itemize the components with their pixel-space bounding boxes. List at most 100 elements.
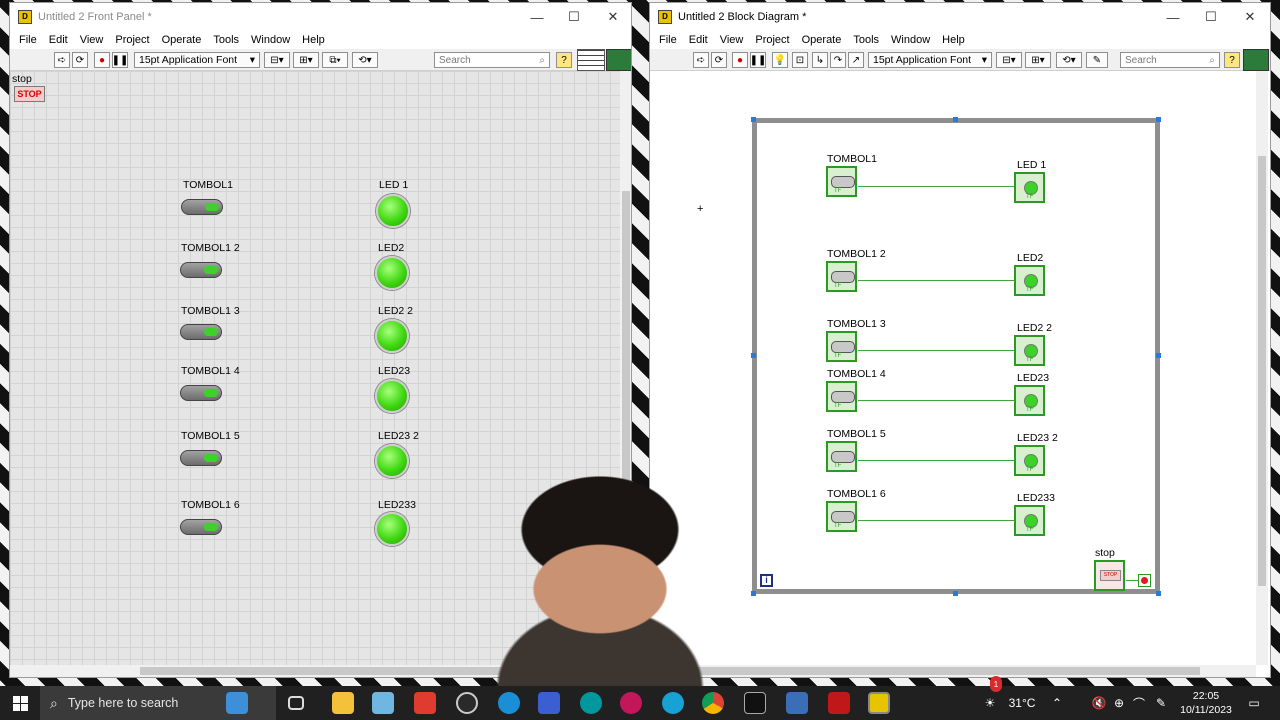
pause-icon[interactable]: ❚❚	[112, 52, 128, 68]
abort-icon[interactable]: ●	[94, 52, 110, 68]
toggle-switch[interactable]	[180, 519, 222, 535]
search-field[interactable]: Search ⌕	[434, 52, 550, 68]
chevron-up-icon[interactable]: ⌃	[1048, 686, 1066, 720]
menu-project[interactable]: Project	[110, 34, 154, 46]
resize-handle[interactable]	[1156, 117, 1161, 122]
boolean-indicator-terminal[interactable]	[1014, 505, 1045, 536]
maximize-button[interactable]: ☐	[555, 3, 593, 31]
run-arrow-icon[interactable]: ➪	[693, 52, 709, 68]
abort-icon[interactable]: ●	[732, 52, 748, 68]
menu-view[interactable]: View	[75, 34, 109, 46]
reorder-icon[interactable]: ⟲▾	[1056, 52, 1082, 68]
resize-objects-icon[interactable]: ⧉▾	[322, 52, 348, 68]
close-button[interactable]: ✕	[1231, 3, 1269, 31]
app-icon[interactable]	[620, 692, 642, 714]
distribute-objects-icon[interactable]: ⊞▾	[293, 52, 319, 68]
resize-handle[interactable]	[953, 117, 958, 122]
notifications-icon[interactable]: ▭	[1242, 686, 1266, 720]
menu-help[interactable]: Help	[937, 34, 970, 46]
file-explorer-icon[interactable]	[332, 692, 354, 714]
connector-pane-icon[interactable]	[577, 49, 605, 71]
while-loop[interactable]	[752, 118, 1160, 594]
resize-handle[interactable]	[751, 117, 756, 122]
clean-up-diagram-icon[interactable]: ✎	[1086, 52, 1108, 68]
menu-project[interactable]: Project	[750, 34, 794, 46]
resize-handle[interactable]	[953, 591, 958, 596]
vi-icon[interactable]	[1243, 49, 1269, 71]
volume-icon[interactable]: 🔇	[1090, 686, 1108, 720]
wire[interactable]	[858, 520, 1014, 521]
terminal-icon[interactable]	[744, 692, 766, 714]
arduino-icon[interactable]	[580, 692, 602, 714]
boolean-control-terminal[interactable]	[826, 261, 857, 292]
step-into-icon[interactable]: ↳	[812, 52, 828, 68]
boolean-control-terminal[interactable]	[826, 501, 857, 532]
boolean-indicator-terminal[interactable]	[1014, 265, 1045, 296]
edge-browser-icon[interactable]	[498, 692, 520, 714]
distribute-objects-icon[interactable]: ⊞▾	[1025, 52, 1051, 68]
menu-file[interactable]: File	[14, 34, 42, 46]
menu-tools[interactable]: Tools	[848, 34, 884, 46]
app-icon[interactable]	[538, 692, 560, 714]
network-app-icon[interactable]	[786, 692, 808, 714]
app-icon[interactable]	[414, 692, 436, 714]
app-icon[interactable]	[456, 692, 478, 714]
font-select[interactable]: 15pt Application Font ▾	[868, 52, 992, 68]
labview-taskbar-icon[interactable]	[868, 692, 890, 714]
block-diagram-vertical-scrollbar[interactable]	[1256, 71, 1268, 665]
help-icon[interactable]: ?	[556, 52, 572, 68]
mcafee-icon[interactable]	[828, 692, 850, 714]
chrome-icon[interactable]	[702, 692, 724, 714]
menu-edit[interactable]: Edit	[684, 34, 713, 46]
boolean-control-terminal[interactable]	[826, 166, 857, 197]
close-button[interactable]: ✕	[594, 3, 631, 31]
pen-icon[interactable]: ✎	[1152, 686, 1170, 720]
pause-icon[interactable]: ❚❚	[750, 52, 766, 68]
wifi-icon[interactable]: ⌒	[1130, 686, 1148, 720]
taskbar-clock[interactable]: 22:05 10/11/2023	[1178, 689, 1234, 717]
highlight-execution-icon[interactable]: 💡	[772, 52, 788, 68]
menu-operate[interactable]: Operate	[797, 34, 847, 46]
help-icon[interactable]: ?	[1224, 52, 1240, 68]
resize-handle[interactable]	[751, 591, 756, 596]
menu-help[interactable]: Help	[297, 34, 330, 46]
step-out-icon[interactable]: ↗	[848, 52, 864, 68]
run-continuously-icon[interactable]: ⟳	[72, 52, 88, 68]
start-button[interactable]	[0, 686, 40, 720]
front-panel-titlebar[interactable]: D Untitled 2 Front Panel * — ☐ ✕	[10, 3, 631, 31]
wire[interactable]	[858, 400, 1014, 401]
wire[interactable]	[858, 280, 1014, 281]
wire[interactable]	[1126, 580, 1138, 581]
align-objects-icon[interactable]: ⊟▾	[996, 52, 1022, 68]
align-objects-icon[interactable]: ⊟▾	[264, 52, 290, 68]
step-over-icon[interactable]: ↷	[830, 52, 846, 68]
stop-button-terminal[interactable]	[1094, 560, 1125, 591]
boolean-indicator-terminal[interactable]	[1014, 385, 1045, 416]
resize-handle[interactable]	[751, 353, 756, 358]
language-icon[interactable]: ⊕	[1110, 686, 1128, 720]
resize-handle[interactable]	[1156, 591, 1161, 596]
loop-condition-terminal[interactable]	[1138, 574, 1151, 587]
boolean-indicator-terminal[interactable]	[1014, 172, 1045, 203]
block-diagram-titlebar[interactable]: D Untitled 2 Block Diagram * — ☐ ✕	[650, 3, 1270, 31]
stop-button[interactable]: STOP	[14, 86, 45, 102]
menu-view[interactable]: View	[715, 34, 749, 46]
menu-operate[interactable]: Operate	[157, 34, 207, 46]
resize-handle[interactable]	[1156, 353, 1161, 358]
boolean-indicator-terminal[interactable]	[1014, 445, 1045, 476]
app-icon[interactable]	[372, 692, 394, 714]
run-arrow-icon[interactable]: ➪	[54, 52, 70, 68]
iteration-terminal[interactable]: i	[760, 574, 773, 587]
toggle-switch[interactable]	[180, 324, 222, 340]
scroll-thumb[interactable]	[1258, 156, 1266, 586]
boolean-control-terminal[interactable]	[826, 331, 857, 362]
app-icon[interactable]	[662, 692, 684, 714]
menu-edit[interactable]: Edit	[44, 34, 73, 46]
boolean-control-terminal[interactable]	[826, 441, 857, 472]
scroll-thumb[interactable]	[660, 667, 1200, 675]
boolean-control-terminal[interactable]	[826, 381, 857, 412]
block-diagram-canvas[interactable]	[651, 70, 652, 71]
minimize-button[interactable]: —	[1154, 3, 1192, 31]
wire[interactable]	[858, 186, 1014, 187]
menu-file[interactable]: File	[654, 34, 682, 46]
